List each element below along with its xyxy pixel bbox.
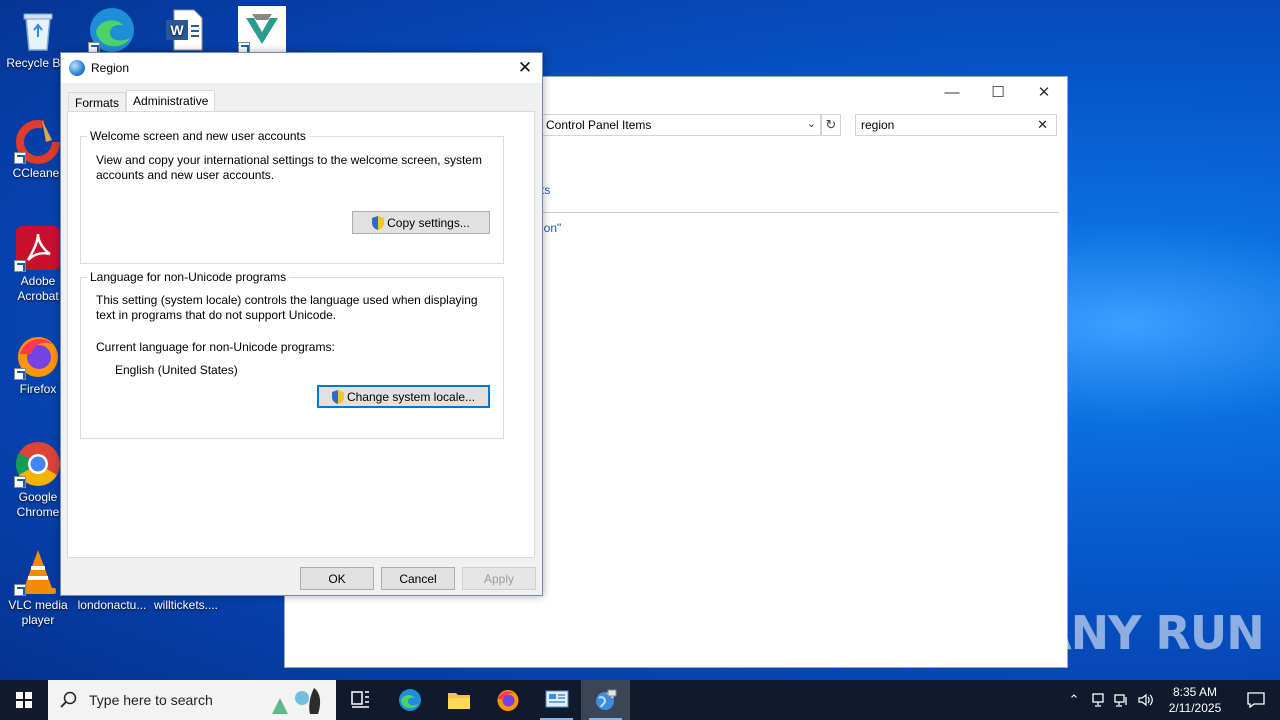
search-help-link[interactable]: ion" [541, 221, 561, 235]
uac-shield-icon [331, 389, 344, 404]
group-legend: Language for non-Unicode programs [87, 270, 290, 284]
clock-time: 8:35 AM [1172, 685, 1218, 699]
refresh-button[interactable]: ↻ [821, 114, 841, 136]
maximize-button[interactable]: ☐ [975, 77, 1021, 107]
taskbar: Type here to search ⌃ 8:35 AM 2/11/2025 [0, 680, 1280, 720]
administrative-panel: Welcome screen and new user accounts Vie… [67, 111, 535, 558]
search-placeholder: Type here to search [89, 692, 213, 708]
non-unicode-group: Language for non-Unicode programs This s… [80, 270, 504, 439]
uac-shield-icon [372, 215, 385, 230]
divider [541, 212, 1059, 213]
tab-formats[interactable]: Formats [68, 92, 127, 111]
edge-icon [398, 689, 421, 711]
change-system-locale-button[interactable]: Change system locale... [317, 385, 490, 408]
region-dialog[interactable]: Region ✕ Formats Administrative Welcome … [60, 52, 543, 596]
system-tray: ⌃ 8:35 AM 2/11/2025 [1062, 680, 1280, 720]
apply-button[interactable]: Apply [462, 567, 536, 590]
chevron-up-icon[interactable]: ⌃ [1062, 680, 1086, 720]
minimize-button[interactable]: — [929, 77, 975, 107]
close-icon[interactable]: ✕ [514, 57, 536, 79]
taskbar-firefox[interactable] [483, 680, 532, 720]
group-legend: Welcome screen and new user accounts [87, 129, 309, 143]
taskbar-region[interactable] [581, 680, 630, 720]
vlc-icon [14, 548, 62, 596]
refresh-icon: ↻ [825, 117, 837, 132]
control-panel-icon [545, 690, 568, 708]
network-icon[interactable] [1110, 680, 1134, 720]
recycle-bin-icon [14, 6, 62, 54]
taskbar-file-explorer[interactable] [434, 680, 483, 720]
start-button[interactable] [0, 680, 48, 720]
clear-search-icon[interactable]: ✕ [1037, 117, 1048, 133]
desktop-icon-label: VLC media player [8, 598, 68, 627]
edge-icon [88, 6, 136, 54]
cancel-button[interactable]: Cancel [381, 567, 455, 590]
desktop-icon-word-doc[interactable]: W [148, 6, 224, 56]
current-language-value: English (United States) [115, 363, 238, 377]
folder-icon [447, 693, 470, 709]
taskbar-control-panel[interactable] [532, 680, 581, 720]
tab-administrative[interactable]: Administrative [126, 90, 216, 112]
search-icon [60, 691, 77, 708]
address-bar[interactable]: Control Panel Items ⌄ [541, 114, 821, 136]
ccleaner-icon [14, 116, 62, 164]
globe-icon [595, 689, 616, 710]
close-button[interactable]: ✕ [1021, 77, 1067, 107]
network-adapter-icon[interactable] [1086, 680, 1110, 720]
desktop-icon-londonactu[interactable]: londonactu... [74, 598, 150, 613]
desktop-icon-willtickets[interactable]: willtickets.... [148, 598, 224, 613]
search-input[interactable]: region ✕ [855, 114, 1057, 136]
change-system-locale-label: Change system locale... [346, 389, 476, 404]
current-language-label: Current language for non-Unicode program… [96, 340, 335, 354]
copy-settings-label: Copy settings... [387, 215, 470, 230]
desktop-icon-app[interactable] [224, 6, 300, 56]
taskbar-search-box[interactable]: Type here to search [48, 680, 336, 720]
firefox-icon [14, 332, 62, 380]
svg-text:W: W [170, 22, 184, 38]
firefox-icon [497, 690, 518, 711]
google-chrome-icon [14, 440, 62, 488]
chevron-down-icon[interactable]: ⌄ [807, 117, 816, 130]
volume-icon[interactable] [1134, 680, 1158, 720]
taskbar-clock[interactable]: 8:35 AM 2/11/2025 [1158, 684, 1232, 716]
taskbar-edge[interactable] [385, 680, 434, 720]
task-view-button[interactable] [336, 680, 385, 720]
welcome-screen-group: Welcome screen and new user accounts Vie… [80, 129, 504, 264]
window-caption-buttons: — ☐ ✕ [929, 77, 1067, 107]
task-view-icon [350, 691, 369, 708]
dialog-title-bar[interactable]: Region ✕ [61, 53, 542, 83]
app-icon [238, 6, 286, 54]
notification-center-button[interactable] [1232, 680, 1280, 720]
desktop-icon-label: willtickets.... [153, 598, 218, 612]
desktop-icon-label: londonactu... [77, 598, 147, 612]
dialog-title: Region [91, 61, 130, 75]
globe-icon [69, 60, 85, 76]
desktop-icon-edge[interactable] [74, 6, 150, 56]
group-description: View and copy your international setting… [96, 153, 482, 182]
group-description: This setting (system locale) controls th… [96, 293, 478, 322]
windows-logo-icon [16, 692, 32, 708]
address-text: Control Panel Items [546, 118, 652, 132]
copy-settings-button[interactable]: Copy settings... [352, 211, 490, 234]
word-document-icon: W [162, 6, 210, 54]
dialog-body: Formats Administrative Welcome screen an… [61, 83, 542, 595]
clock-date: 2/11/2025 [1168, 701, 1222, 715]
search-value: region [861, 118, 895, 132]
ok-button[interactable]: OK [300, 567, 374, 590]
anyrun-watermark: ANY RUN [1036, 606, 1265, 660]
notification-icon [1247, 692, 1265, 708]
search-highlight-illustration-icon [272, 688, 321, 714]
tab-strip: Formats Administrative [68, 89, 216, 112]
adobe-acrobat-icon [14, 224, 62, 272]
